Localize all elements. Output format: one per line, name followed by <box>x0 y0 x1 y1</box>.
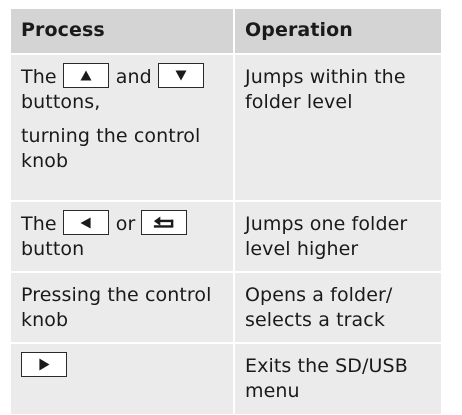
process-text: knob <box>21 150 69 172</box>
table-row: Pressing the control knob Opens a folder… <box>11 272 441 343</box>
header-operation: Operation <box>233 9 441 54</box>
play-icon <box>21 351 67 377</box>
operation-cell: Exits the SD/USB menu <box>233 343 441 414</box>
process-text: The <box>21 213 57 235</box>
back-icon <box>141 209 188 235</box>
process-text: The <box>21 66 57 88</box>
process-operation-table: Process Operation The and buttons, turni… <box>11 9 441 414</box>
process-cell: The and buttons, turning the control kno… <box>11 54 234 201</box>
process-text: turning the control <box>21 125 201 147</box>
process-line: The or <box>21 209 225 237</box>
operation-cell: Jumps within the folder level <box>233 54 441 201</box>
up-arrow-icon <box>62 62 109 88</box>
process-text: buttons, <box>21 91 101 113</box>
operation-cell: Jumps one folder level higher <box>233 201 441 272</box>
table-row: The or button Jumps one folder level hig… <box>11 201 441 272</box>
process-text: or <box>115 213 136 235</box>
process-cell <box>11 343 234 414</box>
operation-cell: Opens a folder/ selects a track <box>233 272 441 343</box>
process-cell: Pressing the control knob <box>21 284 212 331</box>
process-cell: The or button <box>11 201 234 272</box>
process-text: button <box>21 238 85 260</box>
table-row: Exits the SD/USB menu <box>11 343 441 414</box>
process-line: The and <box>21 62 225 90</box>
process-text: and <box>115 66 152 88</box>
table-row: The and buttons, turning the control kno… <box>11 54 441 201</box>
down-arrow-icon <box>157 62 204 88</box>
header-process: Process <box>11 9 234 54</box>
left-arrow-icon <box>62 209 109 235</box>
table-header-row: Process Operation <box>11 9 441 54</box>
